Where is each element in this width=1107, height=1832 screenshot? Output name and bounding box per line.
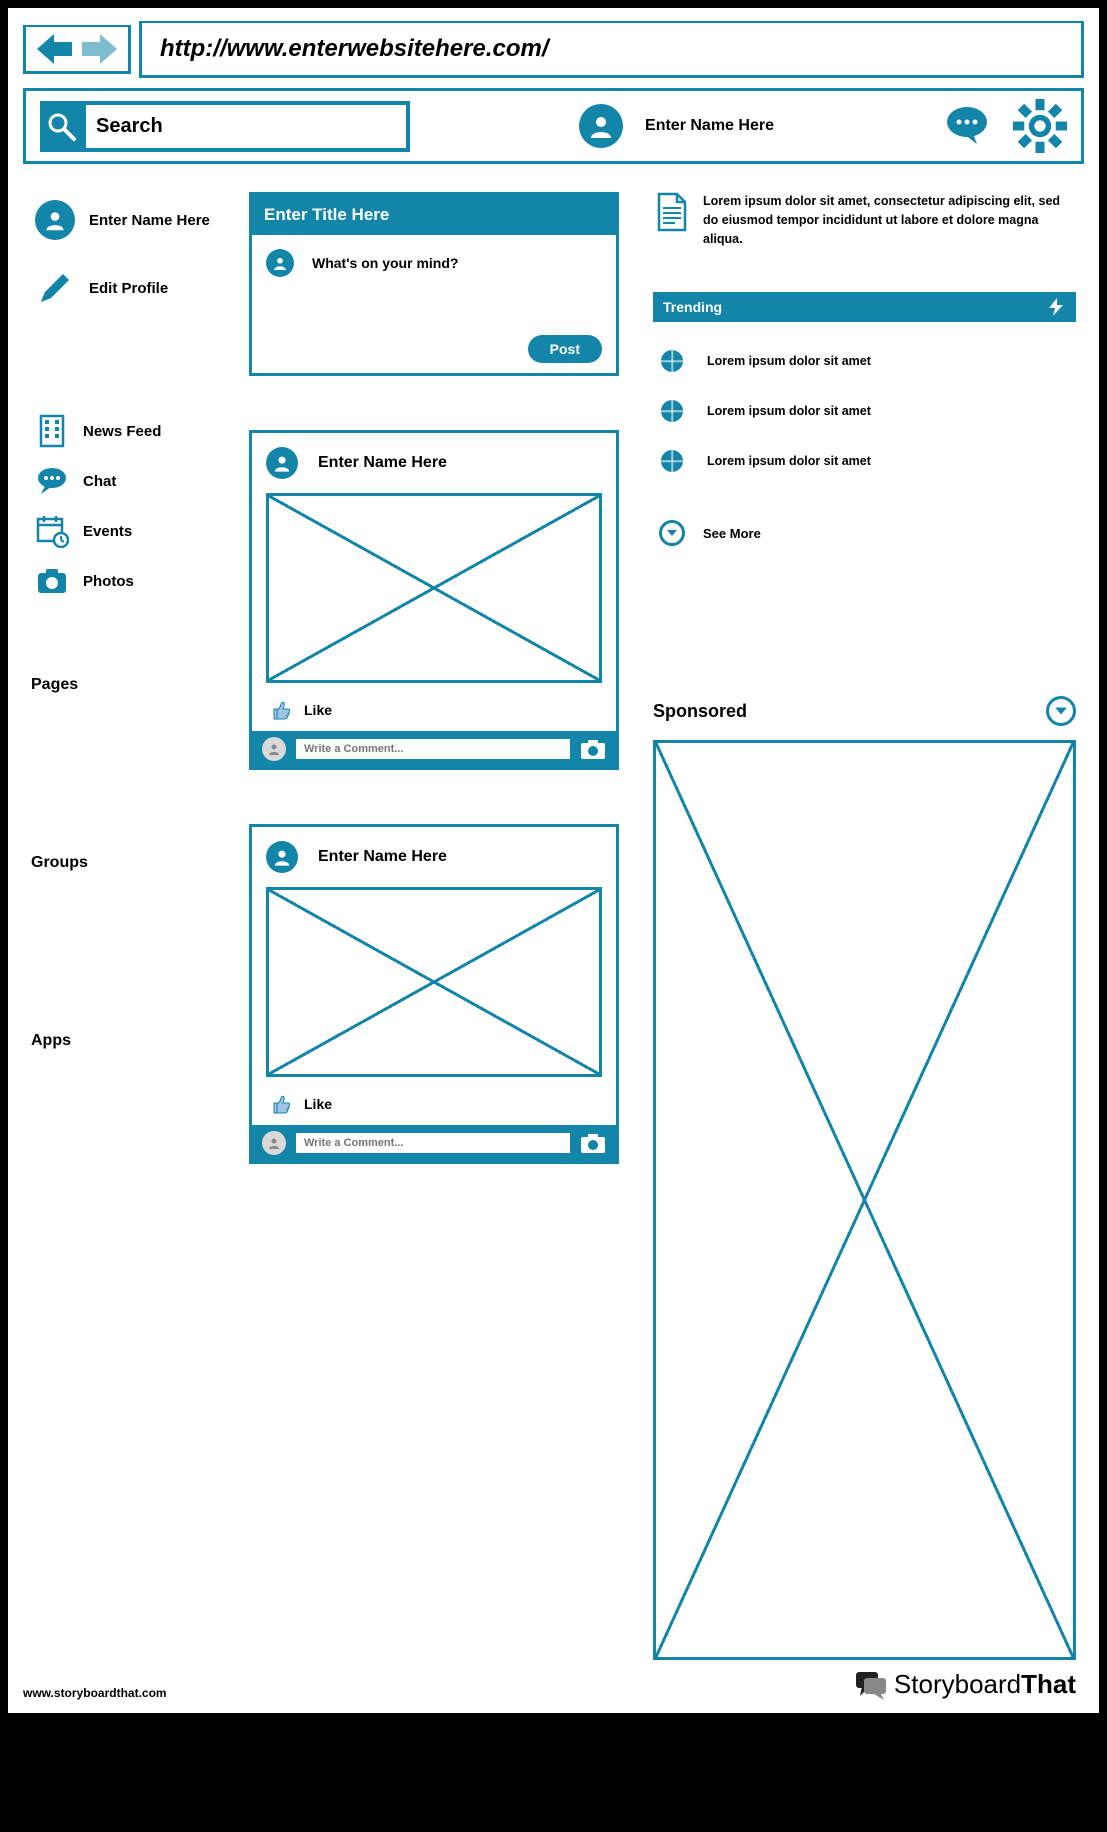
post-button[interactable]: Post (528, 335, 602, 363)
post-card: Enter Name Here Like (249, 430, 619, 770)
compose-panel: Enter Title Here What's on your mind? Po… (249, 192, 619, 376)
sponsored-header: Sponsored (653, 696, 1076, 726)
avatar-icon (579, 104, 623, 148)
trending-title: Trending (663, 299, 722, 315)
like-row[interactable]: Like (252, 693, 616, 731)
nav-label: News Feed (83, 423, 161, 440)
nav-label: Photos (83, 573, 134, 590)
like-row[interactable]: Like (252, 1087, 616, 1125)
top-bar: Enter Name Here (23, 88, 1084, 164)
compose-title: Enter Title Here (252, 195, 616, 235)
search-box (40, 101, 410, 152)
sidebar-profile-name: Enter Name Here (89, 212, 210, 229)
avatar-icon (262, 737, 286, 761)
sidebar: Enter Name Here Edit Profile News Feed (31, 192, 231, 1660)
sidebar-profile[interactable]: Enter Name Here (31, 192, 231, 248)
brand-logo: StoryboardThat (854, 1669, 1076, 1700)
comment-input[interactable] (296, 739, 570, 759)
sidebar-item-newsfeed[interactable]: News Feed (31, 406, 231, 456)
see-more[interactable]: See More (653, 520, 1076, 546)
chat-icon (35, 464, 69, 498)
thumbs-up-icon (270, 699, 292, 721)
trending-item[interactable]: Lorem ipsum dolor sit amet (653, 400, 1076, 422)
compose-prompt: What's on your mind? (312, 255, 458, 271)
comment-input[interactable] (296, 1133, 570, 1153)
globe-icon (661, 350, 683, 372)
forward-arrow-icon[interactable] (78, 31, 120, 67)
trending-header: Trending (653, 292, 1076, 322)
avatar-icon (262, 1131, 286, 1155)
building-icon (35, 414, 69, 448)
sidebar-section-groups[interactable]: Groups (31, 854, 231, 872)
lightning-icon (1046, 298, 1066, 316)
trending-text: Lorem ipsum dolor sit amet (707, 354, 871, 368)
compose-row[interactable]: What's on your mind? (266, 249, 602, 277)
footer-url: www.storyboardthat.com (23, 1686, 167, 1700)
sponsored-placeholder (653, 740, 1076, 1660)
avatar-icon (35, 200, 75, 240)
post-author: Enter Name Here (318, 848, 447, 866)
globe-icon (661, 400, 683, 422)
back-arrow-icon[interactable] (34, 31, 76, 67)
chat-bubble-icon[interactable] (943, 102, 991, 150)
profile-name: Enter Name Here (645, 117, 774, 135)
post-card: Enter Name Here Like (249, 824, 619, 1164)
post-header: Enter Name Here (252, 827, 616, 883)
camera-icon (35, 564, 69, 598)
see-more-label: See More (703, 526, 761, 541)
gear-icon[interactable] (1013, 99, 1067, 153)
avatar-icon (266, 249, 294, 277)
like-label: Like (304, 1096, 332, 1112)
page-frame: http://www.enterwebsitehere.com/ Enter N… (8, 8, 1099, 1713)
sidebar-section-apps[interactable]: Apps (31, 1032, 231, 1050)
post-author: Enter Name Here (318, 454, 447, 472)
sidebar-item-events[interactable]: Events (31, 506, 231, 556)
sidebar-item-chat[interactable]: Chat (31, 456, 231, 506)
feed-column: Enter Title Here What's on your mind? Po… (249, 192, 619, 1660)
like-label: Like (304, 702, 332, 718)
trending-text: Lorem ipsum dolor sit amet (707, 454, 871, 468)
comment-bar (252, 1125, 616, 1161)
search-icon[interactable] (44, 109, 78, 143)
trending-item[interactable]: Lorem ipsum dolor sit amet (653, 450, 1076, 472)
right-column: Lorem ipsum dolor sit amet, consectetur … (637, 192, 1076, 1660)
speech-bubble-icon (854, 1670, 888, 1700)
footer: www.storyboardthat.com StoryboardThat (23, 1669, 1076, 1700)
globe-icon (661, 450, 683, 472)
chevron-down-icon[interactable] (1046, 696, 1076, 726)
camera-icon[interactable] (580, 738, 606, 760)
trending-item[interactable]: Lorem ipsum dolor sit amet (653, 350, 1076, 372)
trending-text: Lorem ipsum dolor sit amet (707, 404, 871, 418)
avatar-icon (266, 447, 298, 479)
post-header: Enter Name Here (252, 433, 616, 489)
thumbs-up-icon (270, 1093, 292, 1115)
url-field[interactable]: http://www.enterwebsitehere.com/ (139, 21, 1084, 78)
chevron-down-icon (659, 520, 685, 546)
comment-bar (252, 731, 616, 767)
image-placeholder (266, 493, 602, 683)
info-box: Lorem ipsum dolor sit amet, consectetur … (653, 192, 1076, 248)
sidebar-edit-profile[interactable]: Edit Profile (31, 260, 231, 316)
image-placeholder (266, 887, 602, 1077)
nav-arrows (23, 25, 131, 74)
sponsored-title: Sponsored (653, 701, 747, 722)
camera-icon[interactable] (580, 1132, 606, 1154)
calendar-icon (35, 514, 69, 548)
search-input[interactable] (86, 105, 406, 148)
nav-label: Events (83, 523, 132, 540)
profile-pill[interactable]: Enter Name Here (579, 104, 774, 148)
document-icon (653, 192, 689, 232)
edit-profile-label: Edit Profile (89, 280, 168, 297)
browser-url-bar: http://www.enterwebsitehere.com/ (11, 11, 1096, 88)
nav-label: Chat (83, 473, 116, 490)
info-text: Lorem ipsum dolor sit amet, consectetur … (703, 192, 1076, 248)
sidebar-section-pages[interactable]: Pages (31, 676, 231, 694)
sidebar-item-photos[interactable]: Photos (31, 556, 231, 606)
avatar-icon (266, 841, 298, 873)
pencil-icon (35, 268, 75, 308)
